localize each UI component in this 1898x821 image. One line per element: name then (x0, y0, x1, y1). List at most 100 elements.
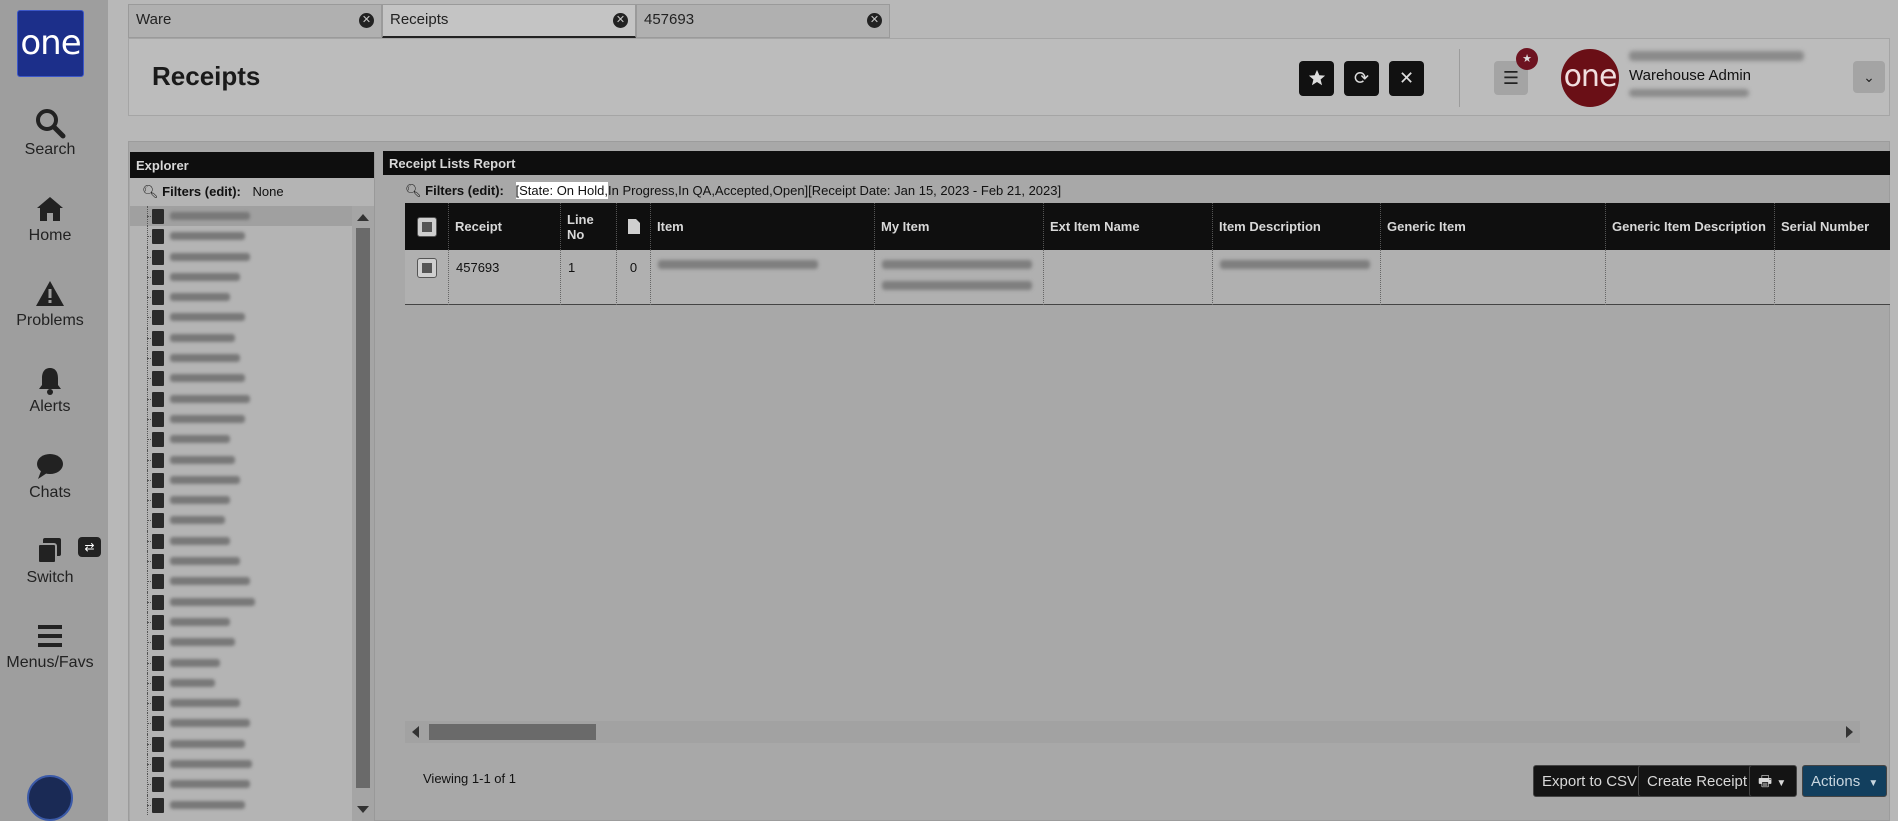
create-receipt-button[interactable]: Create Receipt (1638, 765, 1757, 797)
col-serial-number[interactable]: Serial Number (1775, 203, 1890, 250)
report-filter-state-highlight[interactable]: [State: On Hold, (515, 182, 608, 199)
tree-item[interactable] (130, 591, 352, 612)
scroll-thumb[interactable] (429, 724, 596, 740)
tree-item[interactable] (130, 469, 352, 491)
favorite-button[interactable] (1299, 61, 1334, 96)
favorites-badge-icon[interactable]: ★ (1516, 48, 1538, 70)
document-icon (152, 614, 164, 630)
nav-menus-favs[interactable]: Menus/Favs (0, 620, 100, 672)
tree-item[interactable] (130, 693, 352, 714)
col-receipt[interactable]: Receipt (449, 203, 561, 250)
tree-item[interactable] (130, 429, 352, 450)
report-filter-values[interactable]: In Progress,In QA,Accepted,Open][Receipt… (608, 183, 1061, 198)
select-all-checkbox[interactable] (416, 216, 437, 237)
close-page-button[interactable]: ✕ (1389, 61, 1424, 96)
col-attachments[interactable] (617, 203, 651, 250)
tab-ware[interactable]: Ware ✕ (128, 4, 382, 38)
nav-problems[interactable]: Problems (0, 278, 100, 330)
report-filter: 🔍︎ Filters (edit): [State: On Hold,In Pr… (405, 182, 1061, 199)
cell-item-redacted[interactable] (651, 250, 875, 305)
tree-item[interactable] (130, 754, 352, 775)
scroll-left-icon[interactable] (412, 726, 419, 738)
tree-item[interactable] (130, 571, 352, 592)
tree-item[interactable] (130, 794, 352, 815)
app-logo[interactable]: one (17, 10, 84, 77)
refresh-button[interactable]: ⟳ (1344, 61, 1379, 96)
tree-item[interactable] (130, 287, 352, 308)
tab-receipts-label: Receipts (390, 11, 449, 28)
explorer-filters-edit-link[interactable]: Filters (edit): (162, 184, 241, 199)
cell-attachments[interactable]: 0 (617, 250, 651, 305)
tree-item-label-redacted (170, 354, 240, 363)
tree-item-label-redacted (170, 739, 245, 748)
tree-item[interactable] (130, 733, 352, 755)
switch-arrows-icon[interactable]: ⇄ (78, 537, 101, 557)
actions-button[interactable]: Actions ▼ (1802, 765, 1888, 797)
scroll-right-icon[interactable] (1846, 726, 1853, 738)
scroll-up-icon[interactable] (357, 214, 369, 221)
tree-item[interactable] (130, 510, 352, 531)
scroll-down-icon[interactable] (357, 806, 369, 813)
tree-item[interactable] (130, 713, 352, 734)
tree-item[interactable] (130, 530, 352, 552)
tree-item-label-redacted (170, 658, 220, 667)
tree-item[interactable] (130, 266, 352, 288)
print-button[interactable]: 🖶︎ ▼ (1749, 765, 1797, 797)
tree-item[interactable] (130, 307, 352, 328)
home-icon (37, 197, 63, 221)
nav-chats[interactable]: Chats (0, 450, 100, 502)
nav-menus-favs-label: Menus/Favs (6, 654, 94, 671)
tree-item[interactable] (130, 348, 352, 369)
tree-item[interactable] (130, 206, 352, 227)
tree-item-label-redacted (170, 394, 250, 403)
user-name-redacted (1629, 51, 1804, 61)
scroll-thumb[interactable] (356, 228, 370, 788)
col-generic-item-description[interactable]: Generic Item Description (1606, 203, 1775, 250)
tree-item[interactable] (130, 551, 352, 572)
col-ext-item-name[interactable]: Ext Item Name (1044, 203, 1213, 250)
tree-item-label-redacted (170, 597, 255, 606)
col-item-description[interactable]: Item Description (1213, 203, 1381, 250)
nav-alerts[interactable]: Alerts (0, 364, 100, 416)
tree-item[interactable] (130, 246, 352, 267)
tab-receipts[interactable]: Receipts ✕ (382, 4, 636, 38)
export-csv-button[interactable]: Export to CSV (1533, 765, 1647, 797)
row-checkbox[interactable] (417, 258, 437, 278)
tree-item[interactable] (130, 388, 352, 409)
grid-horizontal-scrollbar[interactable] (405, 721, 1860, 743)
cell-my-item-redacted[interactable] (875, 250, 1044, 305)
col-my-item[interactable]: My Item (875, 203, 1044, 250)
col-line-no[interactable]: Line No (561, 203, 617, 250)
close-icon[interactable]: ✕ (359, 13, 374, 28)
tree-item[interactable] (130, 449, 352, 470)
nav-home[interactable]: Home (0, 193, 100, 245)
tab-457693[interactable]: 457693 ✕ (636, 4, 890, 38)
col-item[interactable]: Item (651, 203, 875, 250)
report-panel: Receipt Lists Report 🔍︎ Filters (edit): … (383, 151, 1890, 821)
tree-item[interactable] (130, 327, 352, 349)
tree-item[interactable] (130, 652, 352, 673)
user-dropdown-button[interactable]: ⌄ (1853, 61, 1885, 93)
explorer-scrollbar[interactable] (352, 206, 374, 821)
report-filters-edit-link[interactable]: Filters (edit): (425, 183, 504, 198)
tree-item[interactable] (130, 226, 352, 247)
tree-item[interactable] (130, 368, 352, 389)
cell-receipt[interactable]: 457693 (449, 250, 561, 305)
close-icon[interactable]: ✕ (613, 13, 628, 28)
tree-item[interactable] (130, 611, 352, 633)
tree-item-label-redacted (170, 760, 252, 769)
document-icon (152, 351, 164, 367)
document-icon (152, 290, 164, 306)
hamburger-icon: ☰ (1502, 68, 1520, 88)
tree-item[interactable] (130, 774, 352, 795)
tree-item[interactable] (130, 632, 352, 653)
bottom-avatar[interactable] (27, 775, 73, 821)
nav-search[interactable]: Search (0, 107, 100, 159)
col-generic-item[interactable]: Generic Item (1381, 203, 1606, 250)
table-row[interactable]: 457693 1 0 (405, 250, 1890, 305)
tree-item[interactable] (130, 408, 352, 430)
tree-item[interactable] (130, 672, 352, 694)
tree-item[interactable] (130, 490, 352, 511)
user-avatar[interactable]: one (1561, 49, 1619, 107)
close-icon[interactable]: ✕ (867, 13, 882, 28)
